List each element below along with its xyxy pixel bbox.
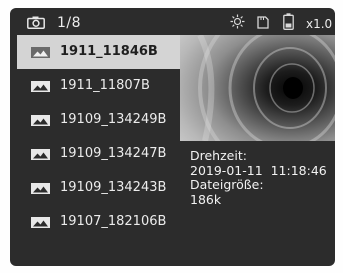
- file-info-panel: Drehzeit: 2019-01-11 11:18:46 Dateigröße…: [190, 148, 335, 207]
- file-list-item[interactable]: 19109_134243B: [17, 171, 180, 205]
- device-frame: 1/8 x1.0 1911_11846B 1911_11807B 19109_1…: [0, 0, 343, 273]
- zoom-level: x1.0: [306, 17, 333, 31]
- file-name: 19109_134243B: [60, 180, 167, 195]
- capture-time-label: Drehzeit:: [190, 148, 247, 163]
- image-counter: 1/8: [57, 15, 82, 31]
- screen: 1/8 x1.0 1911_11846B 1911_11807B 19109_1…: [10, 8, 335, 266]
- file-name: 19109_134247B: [60, 146, 167, 161]
- file-list-item[interactable]: 19109_134249B: [17, 103, 180, 137]
- file-name: 19107_182106B: [60, 214, 167, 229]
- file-list-item[interactable]: 1911_11846B: [17, 35, 180, 69]
- file-name: 19109_134249B: [60, 112, 167, 127]
- file-size-value: 186k: [190, 191, 222, 207]
- file-name: 1911_11807B: [60, 78, 150, 93]
- camera-icon: [27, 16, 45, 29]
- file-list-item[interactable]: 19109_134247B: [17, 137, 180, 171]
- image-icon: [31, 183, 50, 194]
- brightness-icon: [230, 14, 245, 29]
- file-list-item[interactable]: 19107_182106B: [17, 205, 180, 239]
- battery-icon: [283, 13, 294, 30]
- image-icon: [31, 217, 50, 228]
- file-name: 1911_11846B: [60, 44, 158, 59]
- status-bar: 1/8 x1.0: [10, 8, 335, 38]
- pipe-preview-image: [180, 35, 335, 141]
- image-icon: [31, 47, 50, 58]
- file-size-label: Dateigröße:: [190, 177, 264, 192]
- image-icon: [31, 115, 50, 126]
- image-preview[interactable]: [180, 35, 335, 141]
- sd-card-icon: [257, 16, 269, 29]
- image-icon: [31, 81, 50, 92]
- image-icon: [31, 149, 50, 160]
- capture-time-value: 2019-01-11 11:18:46: [190, 162, 327, 178]
- file-list-item[interactable]: 1911_11807B: [17, 69, 180, 103]
